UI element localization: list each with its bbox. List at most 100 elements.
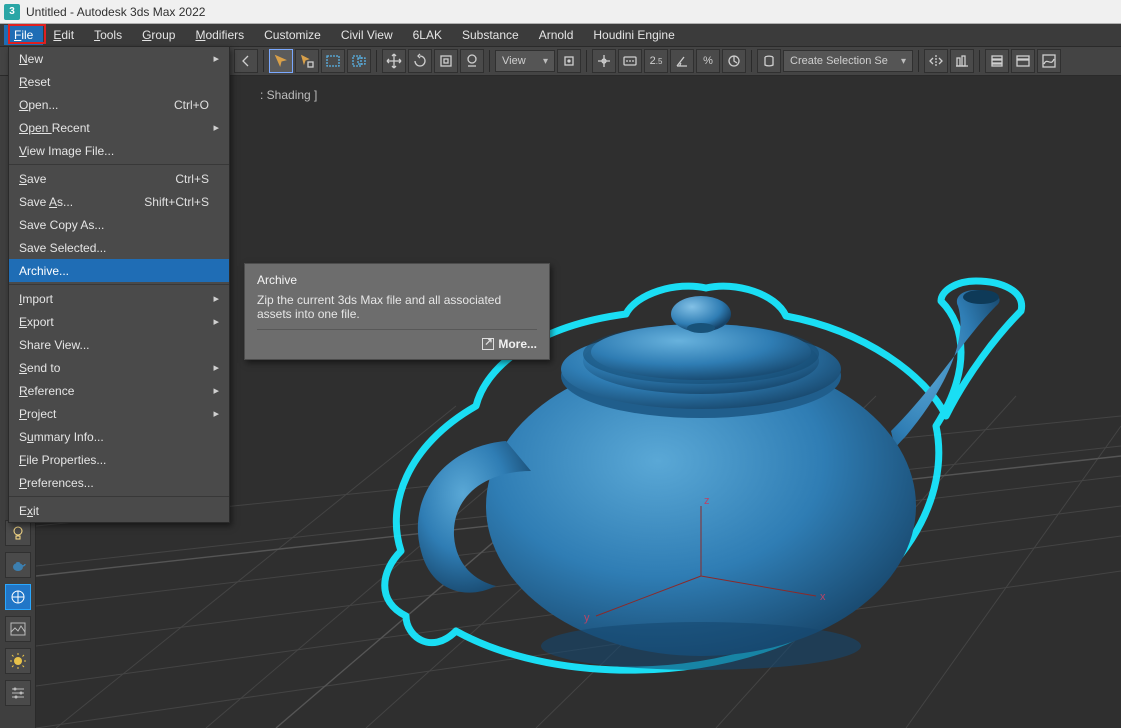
menu-houdini[interactable]: Houdini Engine [583, 25, 684, 45]
file-menu-item-label: Export [19, 315, 209, 329]
file-menu-item-label: Project [19, 407, 209, 421]
tooltip-body: Zip the current 3ds Max file and all ass… [257, 293, 537, 321]
file-menu-item-label: Save Selected... [19, 241, 209, 255]
file-menu-item-open[interactable]: Open...Ctrl+O [9, 93, 229, 116]
menu-arnold[interactable]: Arnold [529, 25, 584, 45]
file-menu-item-reference[interactable]: Reference▸ [9, 379, 229, 402]
lt-image-icon[interactable] [5, 616, 31, 642]
tool-toggle-ribbon[interactable] [1011, 49, 1035, 73]
gizmo-z-label: z [704, 495, 710, 507]
lt-render-icon[interactable] [5, 648, 31, 674]
file-menu-item-save-copy-as[interactable]: Save Copy As... [9, 213, 229, 236]
tool-move[interactable] [382, 49, 406, 73]
file-menu-item-label: Open Recent [19, 121, 209, 135]
file-menu-item-save[interactable]: SaveCtrl+S [9, 167, 229, 190]
file-menu-item-label: Open... [19, 98, 139, 112]
menu-customize[interactable]: Customize [254, 25, 331, 45]
menu-edit[interactable]: Edit [43, 25, 84, 45]
file-menu-item-label: Save [19, 172, 139, 186]
submenu-arrow-icon: ▸ [209, 407, 219, 420]
tool-spinner-snap[interactable] [722, 49, 746, 73]
menu-modifiers[interactable]: Modifiers [185, 25, 254, 45]
window-title: Untitled - Autodesk 3ds Max 2022 [26, 5, 205, 19]
file-menu-item-label: Reference [19, 384, 209, 398]
tool-keyboard-shortcut-toggle[interactable] [618, 49, 642, 73]
file-menu-dropdown: New▸ResetOpen...Ctrl+OOpen Recent▸View I… [8, 46, 230, 523]
tool-placement[interactable] [460, 49, 484, 73]
file-menu-item-new[interactable]: New▸ [9, 47, 229, 70]
title-bar: 3 Untitled - Autodesk 3ds Max 2022 [0, 0, 1121, 24]
file-menu-item-label: Exit [19, 504, 209, 518]
lt-wireframe-toggle[interactable] [5, 584, 31, 610]
menu-tools[interactable]: Tools [84, 25, 132, 45]
file-menu-item-label: Reset [19, 75, 209, 89]
tooltip-more-link[interactable]: More... [257, 336, 537, 351]
lt-teapot-icon[interactable] [5, 552, 31, 578]
file-menu-item-open-recent[interactable]: Open Recent▸ [9, 116, 229, 139]
submenu-arrow-icon: ▸ [209, 384, 219, 397]
tool-select-and-manipulate[interactable] [592, 49, 616, 73]
menubar: File Edit Tools Group Modifiers Customiz… [0, 24, 1121, 46]
file-menu-item-save-as[interactable]: Save As...Shift+Ctrl+S [9, 190, 229, 213]
tool-scale[interactable] [434, 49, 458, 73]
file-menu-item-label: View Image File... [19, 144, 209, 158]
file-menu-item-summary-info[interactable]: Summary Info... [9, 425, 229, 448]
tool-window-crossing[interactable] [347, 49, 371, 73]
file-menu-item-file-properties[interactable]: File Properties... [9, 448, 229, 471]
file-menu-item-shortcut: Shift+Ctrl+S [139, 195, 209, 209]
tooltip-title: Archive [257, 273, 537, 287]
submenu-arrow-icon: ▸ [209, 292, 219, 305]
menu-file[interactable]: File [4, 25, 43, 45]
tool-select-by-name[interactable] [295, 49, 319, 73]
dropdown-label: View [502, 55, 526, 67]
lt-settings-icon[interactable] [5, 680, 31, 706]
reference-coordinate-dropdown[interactable]: View [495, 50, 555, 72]
tool-select-object[interactable] [269, 49, 293, 73]
tool-percent-snap[interactable]: % [696, 49, 720, 73]
file-menu-item-project[interactable]: Project▸ [9, 402, 229, 425]
file-menu-item-preferences[interactable]: Preferences... [9, 471, 229, 494]
submenu-arrow-icon: ▸ [209, 315, 219, 328]
file-menu-item-archive[interactable]: Archive... [9, 259, 229, 282]
gizmo-y-label: y [584, 612, 590, 624]
file-menu-item-import[interactable]: Import▸ [9, 287, 229, 310]
tool-edit-selection-set[interactable] [757, 49, 781, 73]
submenu-arrow-icon: ▸ [209, 121, 219, 134]
tool-layer-explorer[interactable] [985, 49, 1009, 73]
tool-use-pivot[interactable] [557, 49, 581, 73]
file-menu-item-label: Summary Info... [19, 430, 209, 444]
submenu-arrow-icon: ▸ [209, 52, 219, 65]
file-menu-item-label: Archive... [19, 264, 209, 278]
file-menu-item-label: Share View... [19, 338, 209, 352]
named-selection-set-dropdown[interactable]: Create Selection Se [783, 50, 913, 72]
app-logo-icon: 3 [4, 4, 20, 20]
tool-curve-editor[interactable] [1037, 49, 1061, 73]
tool-undo-icon[interactable] [234, 49, 258, 73]
file-menu-item-export[interactable]: Export▸ [9, 310, 229, 333]
dropdown-label: Create Selection Se [790, 55, 888, 67]
menu-6lak[interactable]: 6LAK [403, 25, 452, 45]
tool-mirror[interactable] [924, 49, 948, 73]
menu-group[interactable]: Group [132, 25, 185, 45]
file-menu-item-exit[interactable]: Exit [9, 499, 229, 522]
file-menu-item-send-to[interactable]: Send to▸ [9, 356, 229, 379]
file-menu-item-reset[interactable]: Reset [9, 70, 229, 93]
file-menu-item-share-view[interactable]: Share View... [9, 333, 229, 356]
file-menu-item-label: Import [19, 292, 209, 306]
menu-substance[interactable]: Substance [452, 25, 529, 45]
file-menu-item-label: Save Copy As... [19, 218, 209, 232]
tool-rotate[interactable] [408, 49, 432, 73]
file-menu-item-view-image-file[interactable]: View Image File... [9, 139, 229, 162]
lt-light-icon[interactable] [5, 520, 31, 546]
viewport-label: : Shading ] [260, 88, 317, 102]
tool-rectangle-select[interactable] [321, 49, 345, 73]
tool-angle-snap[interactable] [670, 49, 694, 73]
external-link-icon [482, 338, 494, 350]
tool-align[interactable] [950, 49, 974, 73]
tool-snap-toggle[interactable]: 2.5 [644, 49, 668, 73]
teapot-spout-opening [963, 290, 999, 304]
file-menu-item-label: Send to [19, 361, 209, 375]
file-menu-item-label: Save As... [19, 195, 139, 209]
file-menu-item-save-selected[interactable]: Save Selected... [9, 236, 229, 259]
menu-civilview[interactable]: Civil View [331, 25, 403, 45]
